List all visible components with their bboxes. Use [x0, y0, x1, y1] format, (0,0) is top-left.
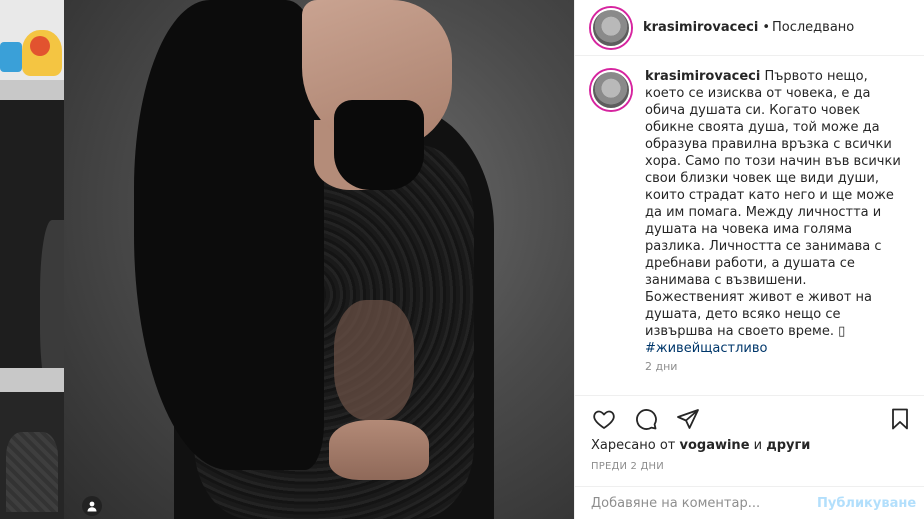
heart-icon[interactable]	[591, 406, 617, 432]
likes-summary: Харесано от vogawine и други	[591, 438, 810, 453]
avatar[interactable]	[591, 7, 631, 48]
post-caption: krasimirovaceci Първото нещо, което се и…	[591, 68, 911, 357]
following-status[interactable]: Последвано	[772, 20, 854, 35]
previous-image-middle	[0, 100, 64, 400]
caption-avatar[interactable]	[591, 70, 631, 110]
collar	[334, 100, 424, 190]
post-comment-button[interactable]: Публикуване	[817, 496, 916, 511]
post-date: ПРЕДИ 2 ДНИ	[591, 461, 664, 472]
caption-time: 2 дни	[645, 360, 678, 373]
previous-post-strip[interactable]	[0, 0, 64, 519]
caption-body: Първото нещо, което се изисква от човека…	[645, 69, 901, 339]
post-photo[interactable]	[64, 0, 574, 519]
likes-prefix: Харесано от	[591, 438, 680, 453]
header-separator: •	[762, 20, 770, 35]
hashtag-link[interactable]: #живейщастливо	[645, 341, 767, 356]
header-username[interactable]: krasimirovaceci	[643, 20, 758, 35]
share-icon[interactable]	[675, 406, 701, 432]
action-bar	[575, 395, 924, 442]
comment-bar: Публикуване	[575, 486, 924, 520]
bookmark-icon[interactable]	[887, 406, 913, 432]
previous-image-top	[0, 0, 64, 80]
likes-others-link[interactable]: други	[766, 438, 810, 453]
caption-text: krasimirovaceci Първото нещо, което се и…	[645, 68, 901, 357]
hands	[329, 420, 429, 480]
post-header: krasimirovaceci • Последвано	[575, 0, 924, 56]
likes-middle: и	[749, 438, 767, 453]
comment-icon[interactable]	[633, 406, 659, 432]
post-side-panel: krasimirovaceci • Последвано krasimirova…	[574, 0, 924, 519]
previous-image-bottom	[0, 392, 64, 519]
comment-input[interactable]	[591, 496, 801, 511]
hair	[134, 0, 324, 470]
liker-username[interactable]: vogawine	[679, 438, 749, 453]
caption-username[interactable]: krasimirovaceci	[645, 69, 760, 84]
tagged-user-icon[interactable]	[82, 496, 102, 516]
